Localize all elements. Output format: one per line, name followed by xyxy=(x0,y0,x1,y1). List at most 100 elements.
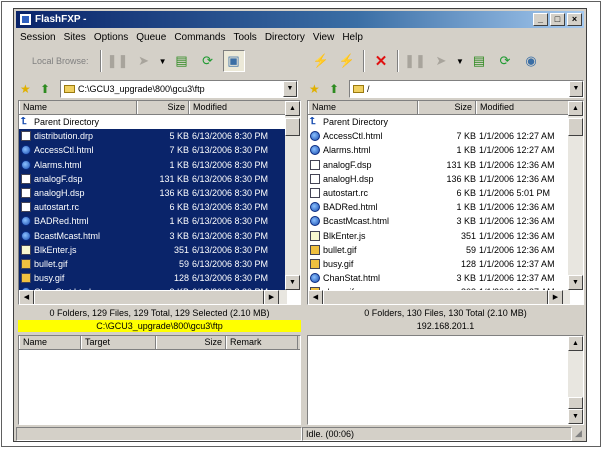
site-manager-icon[interactable]: ◉ xyxy=(520,50,542,72)
file-row[interactable]: AccessCtl.html 7 KB 1/1/2006 12:27 AM xyxy=(308,129,569,143)
queue-column-remark[interactable]: Remark xyxy=(226,336,298,349)
scroll-down-icon[interactable]: ▼ xyxy=(285,275,300,290)
title-bar[interactable]: FlashFXP - _ □ × xyxy=(16,11,584,28)
file-row[interactable]: bullet.gif 59 6/13/2006 8:30 PM xyxy=(19,256,286,272)
scroll-right-icon[interactable]: ▶ xyxy=(548,290,563,304)
file-size: 59 xyxy=(178,258,189,269)
dropdown-arrow-icon[interactable]: ▼ xyxy=(159,50,167,72)
file-name: BlkEnter.js xyxy=(323,230,366,241)
menu-options[interactable]: Options xyxy=(90,32,132,43)
column-modified[interactable]: Modified xyxy=(189,101,286,114)
minimize-button[interactable]: _ xyxy=(533,13,548,26)
file-row[interactable]: Alarms.html 1 KB 1/1/2006 12:27 AM xyxy=(308,143,569,157)
close-button[interactable]: × xyxy=(567,13,582,26)
up-folder-icon[interactable]: ⬆ xyxy=(40,82,50,96)
file-row[interactable]: BlkEnter.js 351 1/1/2006 12:36 AM xyxy=(308,229,569,243)
column-size[interactable]: Size xyxy=(137,101,189,114)
connect-icon[interactable]: ⚡ xyxy=(310,50,332,72)
pause-icon[interactable]: ❚❚ xyxy=(107,50,129,72)
file-row[interactable]: BcastMcast.html 3 KB 6/13/2006 8:30 PM xyxy=(19,228,286,243)
menu-directory[interactable]: Directory xyxy=(261,32,309,43)
disconnect-icon[interactable]: ✕ xyxy=(370,50,392,72)
queue-list[interactable]: Name Target Size Remark xyxy=(18,335,301,425)
chevron-down-icon[interactable]: ▼ xyxy=(569,81,583,97)
transfer-icon[interactable]: ➤ xyxy=(430,50,452,72)
left-horizontal-scrollbar[interactable]: ◀ ▶ xyxy=(19,290,287,304)
file-row[interactable]: ChanStat.html 3 KB 1/1/2006 12:37 AM xyxy=(308,271,569,285)
right-file-list[interactable]: Name Size Modified ⮤ Parent Directory Acce… xyxy=(307,100,584,305)
scroll-thumb[interactable] xyxy=(568,397,583,409)
file-row[interactable]: bullet.gif 59 1/1/2006 12:36 AM xyxy=(308,243,569,257)
scroll-up-icon[interactable]: ▲ xyxy=(568,336,583,351)
transfer-icon[interactable]: ➤ xyxy=(133,50,155,72)
menu-sites[interactable]: Sites xyxy=(60,32,90,43)
dropdown-arrow-icon[interactable]: ▼ xyxy=(456,50,464,72)
scroll-thumb[interactable] xyxy=(34,290,264,304)
quick-connect-icon[interactable]: ⚡ xyxy=(336,50,358,72)
queue-icon[interactable]: ▤ xyxy=(171,50,193,72)
favorites-star-icon[interactable]: ★ xyxy=(309,82,320,96)
right-path-text: / xyxy=(367,84,370,94)
parent-directory-row[interactable]: ⮤ Parent Directory xyxy=(19,115,286,129)
column-name[interactable]: Name xyxy=(308,101,418,114)
file-row[interactable]: BlkEnter.js 351 6/13/2006 8:30 PM xyxy=(19,242,286,257)
up-folder-icon[interactable]: ⬆ xyxy=(329,82,339,96)
column-name[interactable]: Name xyxy=(19,101,137,114)
file-row[interactable]: busy.gif 128 6/13/2006 8:30 PM xyxy=(19,271,286,286)
refresh-icon[interactable]: ⟳ xyxy=(197,50,219,72)
queue-column-target[interactable]: Target xyxy=(81,336,156,349)
menu-help[interactable]: Help xyxy=(338,32,367,43)
menu-commands[interactable]: Commands xyxy=(170,32,229,43)
local-browse-icon[interactable]: ▣ xyxy=(222,50,245,72)
file-row[interactable]: BcastMcast.html 3 KB 1/1/2006 12:36 AM xyxy=(308,214,569,228)
file-row[interactable]: AccessCtl.html 7 KB 6/13/2006 8:30 PM xyxy=(19,143,286,158)
chevron-down-icon[interactable]: ▼ xyxy=(283,81,297,97)
column-modified[interactable]: Modified xyxy=(476,101,569,114)
scroll-thumb[interactable] xyxy=(285,118,300,136)
file-row[interactable]: distribution.drp 5 KB 6/13/2006 8:30 PM xyxy=(19,129,286,144)
scroll-thumb[interactable] xyxy=(323,290,548,304)
scroll-right-icon[interactable]: ▶ xyxy=(264,290,279,304)
file-row[interactable]: BADRed.html 1 KB 6/13/2006 8:30 PM xyxy=(19,214,286,229)
resize-grip-icon[interactable]: ◢ xyxy=(572,427,584,441)
file-row[interactable]: analogH.dsp 136 KB 1/1/2006 12:36 AM xyxy=(308,172,569,186)
menu-tools[interactable]: Tools xyxy=(229,32,260,43)
file-row[interactable]: busy.gif 128 1/1/2006 12:37 AM xyxy=(308,257,569,271)
log-pane[interactable]: ▲ ▼ xyxy=(307,335,584,425)
left-path-input[interactable]: C:\GCU3_upgrade\800\gcu3\ftp ▼ xyxy=(60,80,298,98)
favorites-star-icon[interactable]: ★ xyxy=(20,82,31,96)
queue-column-size[interactable]: Size xyxy=(156,336,226,349)
maximize-button[interactable]: □ xyxy=(550,13,565,26)
menu-queue[interactable]: Queue xyxy=(132,32,170,43)
scroll-down-icon[interactable]: ▼ xyxy=(568,409,583,424)
scroll-up-icon[interactable]: ▲ xyxy=(285,101,300,116)
queue-icon[interactable]: ▤ xyxy=(468,50,490,72)
parent-directory-row[interactable]: ⮤ Parent Directory xyxy=(308,115,569,129)
scroll-down-icon[interactable]: ▼ xyxy=(568,275,583,290)
file-row[interactable]: analogF.dsp 131 KB 6/13/2006 8:30 PM xyxy=(19,171,286,186)
right-horizontal-scrollbar[interactable]: ◀ ▶ xyxy=(308,290,570,304)
file-modified: 1/1/2006 12:37 AM xyxy=(479,273,555,284)
file-row[interactable]: Alarms.html 1 KB 6/13/2006 8:30 PM xyxy=(19,157,286,172)
log-vertical-scrollbar[interactable]: ▲ ▼ xyxy=(568,336,583,424)
refresh-icon[interactable]: ⟳ xyxy=(494,50,516,72)
scroll-left-icon[interactable]: ◀ xyxy=(308,290,323,304)
menu-session[interactable]: Session xyxy=(16,32,60,43)
scroll-thumb[interactable] xyxy=(568,118,583,136)
file-row[interactable]: autostart.rc 6 KB 1/1/2006 5:01 PM xyxy=(308,186,569,200)
menu-view[interactable]: View xyxy=(309,32,339,43)
left-file-list[interactable]: Name Size Modified ⮤ Parent Directory dist… xyxy=(18,100,301,305)
scroll-left-icon[interactable]: ◀ xyxy=(19,290,34,304)
queue-column-name[interactable]: Name xyxy=(19,336,81,349)
file-row[interactable]: analogH.dsp 136 KB 6/13/2006 8:30 PM xyxy=(19,185,286,201)
right-vertical-scrollbar[interactable]: ▲ ▼ xyxy=(568,101,583,290)
file-row[interactable]: BADRed.html 1 KB 1/1/2006 12:36 AM xyxy=(308,200,569,214)
left-vertical-scrollbar[interactable]: ▲ ▼ xyxy=(285,101,300,290)
file-row[interactable]: analogF.dsp 131 KB 1/1/2006 12:36 AM xyxy=(308,158,569,172)
column-size[interactable]: Size xyxy=(418,101,476,114)
pause-icon[interactable]: ❚❚ xyxy=(404,50,426,72)
scroll-up-icon[interactable]: ▲ xyxy=(568,101,583,116)
right-path-input[interactable]: / ▼ xyxy=(349,80,584,98)
file-row[interactable]: autostart.rc 6 KB 6/13/2006 8:30 PM xyxy=(19,200,286,215)
local-browse-button[interactable]: Local Browse: xyxy=(18,56,97,66)
